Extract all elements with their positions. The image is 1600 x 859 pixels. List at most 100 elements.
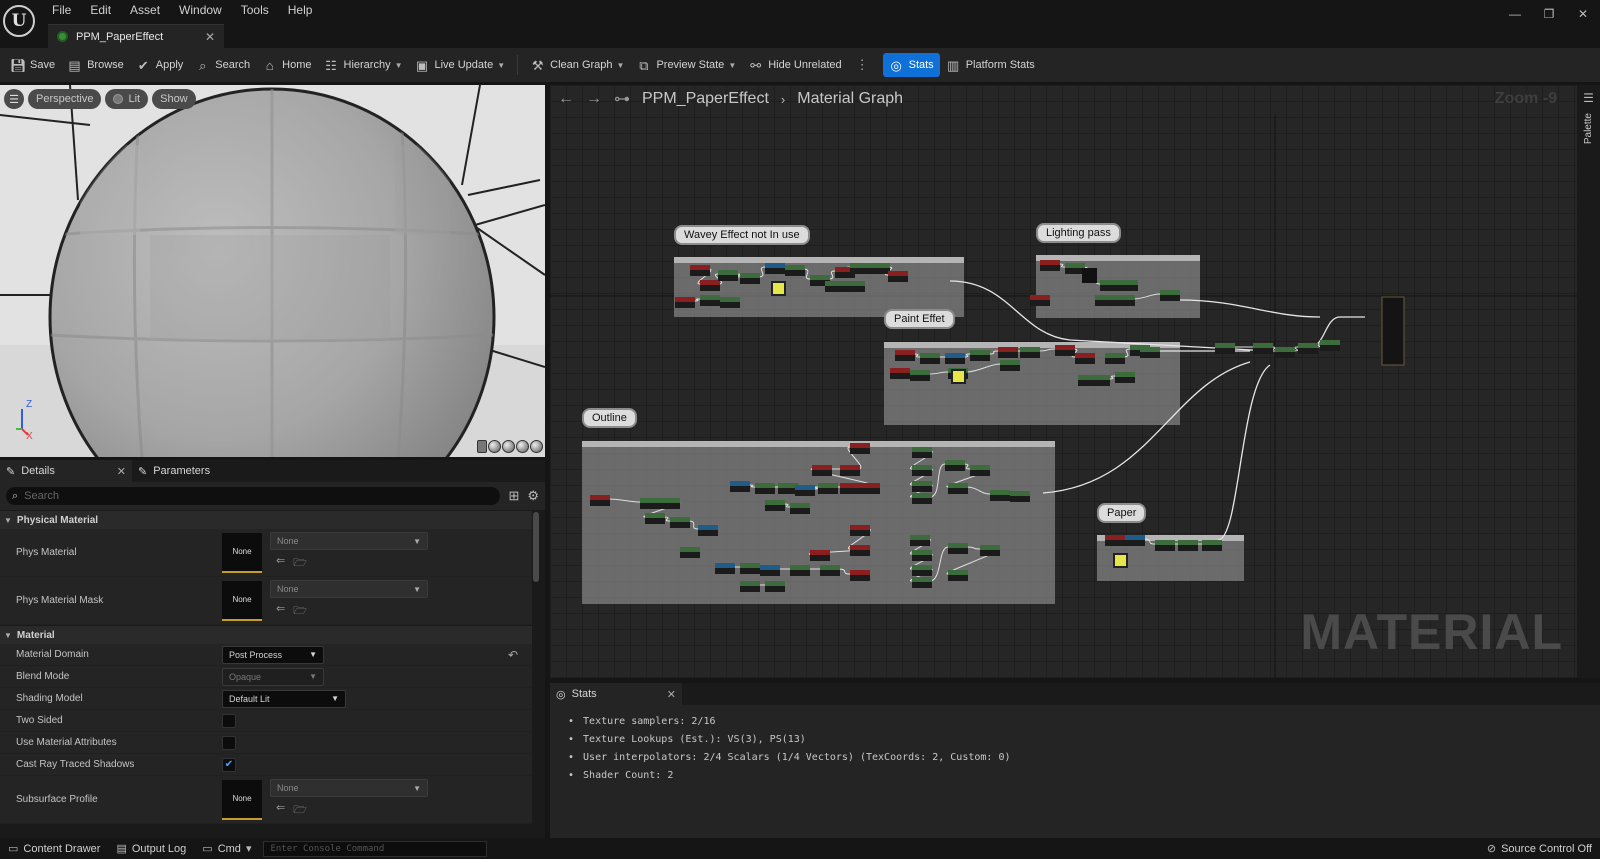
material-node[interactable] <box>660 498 680 509</box>
material-node[interactable] <box>1160 290 1180 301</box>
unreal-logo-icon[interactable]: U <box>3 5 35 37</box>
asset-combo[interactable]: None ▼ <box>270 779 428 797</box>
material-node[interactable] <box>790 503 810 514</box>
material-node[interactable] <box>980 545 1000 556</box>
platform-stats-button[interactable]: ▥ Platform Stats <box>940 53 1041 77</box>
material-node[interactable] <box>1030 295 1050 306</box>
palette-menu-icon[interactable]: ☰ <box>1577 91 1600 105</box>
apply-button[interactable]: ✔ Apply <box>130 53 190 77</box>
material-node[interactable] <box>970 465 990 476</box>
menu-asset[interactable]: Asset <box>130 3 169 17</box>
material-node[interactable] <box>910 535 930 546</box>
material-node[interactable] <box>1095 295 1115 306</box>
browse-asset-icon[interactable]: 🗁︎ <box>293 554 307 573</box>
material-node[interactable] <box>718 270 738 281</box>
material-node[interactable] <box>640 498 660 509</box>
document-tab[interactable]: PPM_PaperEffect ✕ <box>48 24 224 48</box>
material-node[interactable] <box>948 483 968 494</box>
material-node[interactable] <box>715 563 735 574</box>
show-button[interactable]: Show <box>152 89 196 109</box>
material-node[interactable] <box>840 483 860 494</box>
material-node[interactable] <box>912 481 932 492</box>
close-tab-icon[interactable]: ✕ <box>117 465 126 478</box>
color-swatch-node[interactable] <box>1113 553 1128 568</box>
material-node[interactable] <box>1155 540 1175 551</box>
material-node[interactable] <box>895 350 915 361</box>
material-node[interactable] <box>1075 353 1095 364</box>
use-selected-icon[interactable]: ⇐ <box>276 602 285 621</box>
menu-help[interactable]: Help <box>288 3 322 17</box>
material-node[interactable] <box>765 581 785 592</box>
home-button[interactable]: ⌂ Home <box>256 53 317 77</box>
shading-model-dropdown[interactable]: Default Lit ▼ <box>222 689 346 708</box>
tab-stats[interactable]: ◎ Stats ✕ <box>550 683 682 705</box>
material-node[interactable] <box>912 565 932 576</box>
material-node[interactable] <box>760 565 780 576</box>
material-node[interactable] <box>810 550 830 561</box>
material-node[interactable] <box>670 517 690 528</box>
use-material-attributes-checkbox[interactable] <box>222 735 236 750</box>
material-node[interactable] <box>840 465 860 476</box>
material-node[interactable] <box>945 353 965 364</box>
tab-details[interactable]: ✎ Details ✕ <box>0 460 132 482</box>
material-graph-canvas[interactable]: ← → ⊶ PPM_PaperEffect › Material Graph Z… <box>550 85 1577 678</box>
restore-button[interactable]: ❐ <box>1532 0 1566 28</box>
preview-state-button[interactable]: ⧉ Preview State ▼ <box>630 53 742 77</box>
material-node[interactable] <box>912 493 932 504</box>
material-node[interactable] <box>912 465 932 476</box>
material-node[interactable] <box>1010 491 1030 502</box>
menu-tools[interactable]: Tools <box>241 3 278 17</box>
material-node[interactable] <box>1040 260 1060 271</box>
hide-unrelated-button[interactable]: ⚯ Hide Unrelated <box>742 53 847 77</box>
material-node[interactable] <box>675 297 695 308</box>
material-node[interactable] <box>850 545 870 556</box>
material-node[interactable] <box>912 550 932 561</box>
content-drawer-button[interactable]: ▭ Content Drawer <box>0 838 108 859</box>
lit-button[interactable]: Lit <box>105 89 149 109</box>
material-node[interactable] <box>740 581 760 592</box>
material-node[interactable] <box>765 500 785 511</box>
minimize-button[interactable]: — <box>1498 0 1532 28</box>
live-update-button[interactable]: ▣ Live Update ▼ <box>409 53 512 77</box>
material-node[interactable] <box>888 271 908 282</box>
material-node[interactable] <box>1020 347 1040 358</box>
color-swatch-node[interactable] <box>771 281 786 296</box>
material-node[interactable] <box>825 281 845 292</box>
sphere-mesh-icon[interactable] <box>488 440 501 453</box>
material-node[interactable] <box>1320 340 1340 351</box>
material-node[interactable] <box>795 485 815 496</box>
material-node[interactable] <box>812 465 832 476</box>
browse-asset-icon[interactable]: 🗁︎ <box>293 801 307 820</box>
material-node[interactable] <box>740 563 760 574</box>
category-physical-material[interactable]: ▼ Physical Material <box>0 511 532 529</box>
material-node[interactable] <box>700 280 720 291</box>
cast-ray-traced-shadows-checkbox[interactable]: ✔ <box>222 757 236 772</box>
material-node[interactable] <box>818 483 838 494</box>
material-node[interactable] <box>1115 295 1135 306</box>
menu-file[interactable]: File <box>52 3 80 17</box>
material-node[interactable] <box>1298 343 1318 354</box>
cylinder-mesh-icon[interactable] <box>477 440 487 453</box>
close-tab-icon[interactable]: ✕ <box>205 30 215 44</box>
material-node[interactable] <box>998 347 1018 358</box>
two-sided-checkbox[interactable] <box>222 713 236 728</box>
material-node[interactable] <box>790 565 810 576</box>
material-node[interactable] <box>645 513 665 524</box>
palette-tab[interactable]: Palette <box>1583 113 1594 144</box>
texture-preview-node[interactable] <box>1082 268 1097 283</box>
use-selected-icon[interactable]: ⇐ <box>276 801 285 820</box>
material-node[interactable] <box>948 570 968 581</box>
hamburger-menu-icon[interactable]: ☰ <box>4 89 24 109</box>
asset-combo[interactable]: None ▼ <box>270 580 428 598</box>
clean-graph-button[interactable]: ⚒ Clean Graph ▼ <box>524 53 630 77</box>
material-node[interactable] <box>1115 372 1135 383</box>
details-search-input[interactable]: ⌕ Search <box>6 487 501 505</box>
console-input[interactable]: Enter Console Command <box>263 840 488 857</box>
material-node[interactable] <box>912 577 932 588</box>
material-node[interactable] <box>1125 535 1145 546</box>
material-node[interactable] <box>1055 345 1075 356</box>
source-control-button[interactable]: ⊘ Source Control Off <box>1479 838 1600 859</box>
close-window-button[interactable]: ✕ <box>1566 0 1600 28</box>
table-view-icon[interactable]: ⊞ <box>508 488 519 504</box>
material-node[interactable] <box>990 490 1010 501</box>
